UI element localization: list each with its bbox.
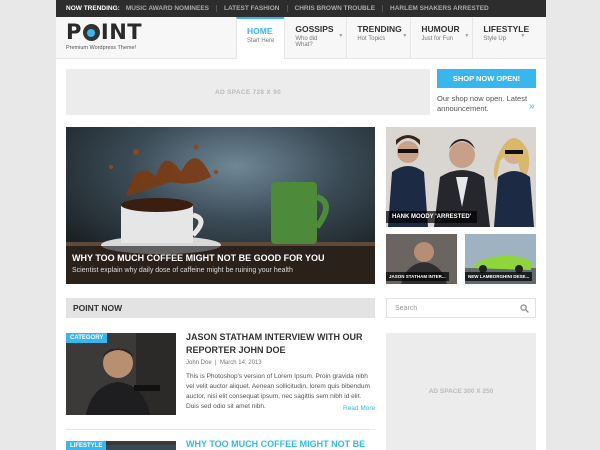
trending-label: Now Trending: [66,5,120,12]
chevron-down-icon: ▼ [402,33,408,39]
chevron-down-icon: ▼ [338,33,344,39]
chevron-down-icon: ▼ [520,33,526,39]
ad-sidebar-300[interactable]: AD SPACE 300 X 250 [386,333,536,450]
thumb-post[interactable]: Jason Statham Inter... [386,234,457,284]
featured-title[interactable]: Why too much coffee might not be good fo… [72,253,369,263]
trending-bar: Now Trending: Music Award Nominees Lates… [56,0,546,17]
double-arrow-icon[interactable]: » [529,101,535,112]
featured-side-post[interactable]: Hank Moody 'Arrested' [386,127,536,227]
article-thumbnail[interactable]: Category [66,333,176,415]
nav-item-home[interactable]: Home Start Here [236,17,285,59]
nav-item-humour[interactable]: Humour Just for Fun ▼ [410,17,472,59]
thumb-caption: New Lamborghini Dese... [465,272,533,281]
article-meta: John Doe | March 14, 2013 [186,360,262,366]
nav-item-gossips[interactable]: Gossips Who did What? ▼ [284,17,346,59]
read-more-link[interactable]: Read More [343,405,375,412]
search-input[interactable]: Search [386,298,536,318]
site-logo[interactable]: P INT Premium Wordpress Theme! [66,22,142,52]
article-date: March 14, 2013 [219,360,262,366]
shop-now-button[interactable]: SHOP NOW OPEN! [437,69,536,88]
divider [66,429,375,430]
logo-o-icon [82,24,100,41]
article-thumbnail[interactable]: Lifestyle [66,441,176,450]
shop-announcement: Our shop now open. Latest announcement. [437,94,528,113]
search-icon[interactable] [520,303,529,313]
trending-link[interactable]: Music Award Nominees [126,5,216,12]
featured-caption: Why too much coffee might not be good fo… [66,246,375,284]
trending-link[interactable]: Chris Brown Trouble [286,5,383,12]
search-placeholder: Search [395,304,418,312]
category-badge[interactable]: Category [66,333,108,343]
page-container: P INT Premium Wordpress Theme! Home Start… [56,17,546,450]
main-nav: Home Start Here Gossips Who did What? ▼ … [236,17,529,59]
site-header: P INT Premium Wordpress Theme! Home Start… [56,17,546,59]
article-image [66,333,176,415]
featured-side-caption: Hank Moody 'Arrested' [386,211,478,223]
thumb-post[interactable]: New Lamborghini Dese... [465,234,536,284]
article-title[interactable]: Jason Statham interview with our reporte… [186,331,375,357]
nav-item-lifestyle[interactable]: Lifestyle Style Up ▼ [472,17,529,59]
ad-banner-728[interactable]: AD SPACE 728 X 90 [66,69,430,115]
featured-subtitle: Scientist explain why daily dose of caff… [72,267,293,274]
category-badge[interactable]: Lifestyle [66,441,107,450]
section-heading: Point Now [66,298,375,318]
thumb-caption: Jason Statham Inter... [386,272,449,281]
trending-link[interactable]: Harlem Shakers Arrested [382,5,496,12]
article-author[interactable]: John Doe [186,360,212,366]
featured-post[interactable]: Why too much coffee might not be good fo… [66,127,375,284]
trending-link[interactable]: Latest Fashion [216,5,287,12]
chevron-down-icon: ▼ [464,33,470,39]
nav-item-trending[interactable]: Trending Hot Topics ▼ [346,17,410,59]
article-title[interactable]: Why too much coffee might not be [186,438,375,450]
logo-tagline: Premium Wordpress Theme! [66,45,137,51]
